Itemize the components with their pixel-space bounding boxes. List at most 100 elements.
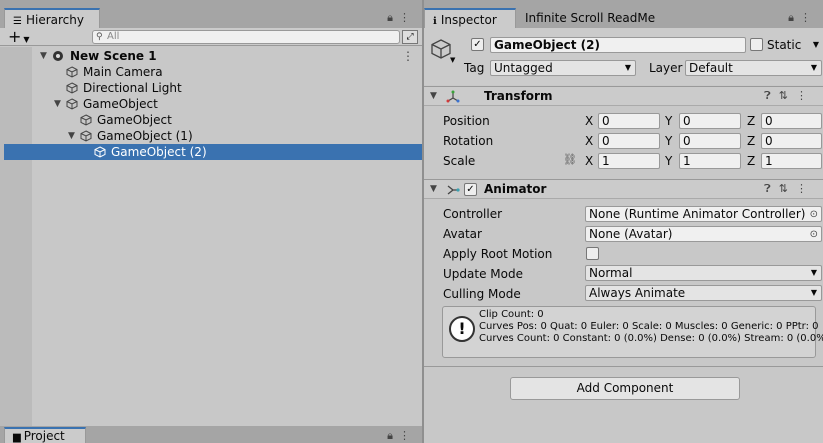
hierarchy-toolbar: + ▼ ⚲ All ⤢ xyxy=(0,28,422,46)
tree-row[interactable]: ▼ GameObject xyxy=(0,96,422,112)
more-icon[interactable]: ⋮ xyxy=(800,11,817,24)
scene-visibility-button[interactable]: ⤢ xyxy=(402,30,418,44)
tree-row[interactable]: Main Camera xyxy=(0,64,422,80)
chevron-down-icon[interactable]: ▼ xyxy=(450,56,455,64)
expand-arrow-icon[interactable]: ▼ xyxy=(54,96,61,112)
position-z-label[interactable]: Z xyxy=(747,113,755,129)
object-picker-icon[interactable]: ⊙ xyxy=(810,228,818,241)
expand-arrow-icon[interactable]: ▼ xyxy=(430,184,437,194)
editor-window: ☰ Hierarchy 🔒︎⋮ + ▼ ⚲ All ⤢ ▼ New Scene 1 … xyxy=(0,0,823,443)
more-icon[interactable]: ⋮ xyxy=(796,89,815,102)
rotation-y-field[interactable]: 0 xyxy=(679,133,741,149)
scale-x-label[interactable]: X xyxy=(585,153,593,169)
help-icon[interactable]: ❓︎ xyxy=(764,182,779,195)
tab-project[interactable]: ▆ Project xyxy=(4,427,86,443)
tree-row-scene[interactable]: ▼ New Scene 1 ⋮ xyxy=(0,48,422,64)
tab-readme[interactable]: Infinite Scroll ReadMe xyxy=(517,8,663,28)
project-tab-icons: 🔒︎⋮ xyxy=(387,429,416,443)
tree-item-label: Directional Light xyxy=(83,81,182,95)
scale-z-field[interactable]: 1 xyxy=(761,153,822,169)
add-object-button[interactable]: + ▼ xyxy=(8,28,30,48)
object-header: ▼ ✓ GameObject (2) Static ▼ Tag Untagged… xyxy=(424,28,823,85)
inspector-panel: ℹ Inspector Infinite Scroll ReadMe 🔒︎⋮ ▼ … xyxy=(424,0,823,443)
position-y-field[interactable]: 0 xyxy=(679,113,741,129)
settings-icon[interactable]: ⇅ xyxy=(779,182,796,195)
info-icon: ℹ xyxy=(433,16,437,27)
avatar-label: Avatar xyxy=(443,227,482,241)
rotation-x-label[interactable]: X xyxy=(585,133,593,149)
culling-mode-label: Culling Mode xyxy=(443,287,521,301)
culling-mode-dropdown[interactable]: Always Animate ▼ xyxy=(585,285,822,301)
root-motion-label: Apply Root Motion xyxy=(443,247,553,261)
gameobject-icon xyxy=(94,146,106,158)
tab-hierarchy[interactable]: ☰ Hierarchy xyxy=(4,8,100,28)
tag-dropdown[interactable]: Untagged ▼ xyxy=(490,60,636,76)
tag-label: Tag xyxy=(464,61,485,75)
gameobject-icon xyxy=(66,66,78,78)
rotation-z-label[interactable]: Z xyxy=(747,133,755,149)
chevron-down-icon: ▼ xyxy=(810,288,817,297)
rotation-x-field[interactable]: 0 xyxy=(598,133,660,149)
position-x-field[interactable]: 0 xyxy=(598,113,660,129)
scale-x-field[interactable]: 1 xyxy=(598,153,660,169)
object-name-field[interactable]: GameObject (2) xyxy=(490,37,746,53)
active-checkbox[interactable]: ✓ xyxy=(471,38,484,51)
expand-arrow-icon[interactable]: ▼ xyxy=(430,91,437,101)
hierarchy-search-input[interactable]: ⚲ All xyxy=(92,30,400,44)
more-icon[interactable]: ⋮ xyxy=(399,429,416,442)
folder-icon: ▆ xyxy=(13,432,21,443)
tab-project-label: Project xyxy=(23,429,65,443)
settings-icon[interactable]: ⇅ xyxy=(779,89,796,102)
tag-value: Untagged xyxy=(494,61,553,75)
add-label: + xyxy=(8,27,22,46)
search-placeholder: All xyxy=(107,31,120,42)
link-icon[interactable]: ⛓ xyxy=(563,153,577,166)
position-x-label[interactable]: X xyxy=(585,113,593,129)
scale-label: Scale xyxy=(443,154,476,168)
tree-item-label: GameObject xyxy=(83,97,158,111)
static-label: Static xyxy=(767,38,802,52)
position-y-label[interactable]: Y xyxy=(665,113,672,129)
transform-header[interactable]: ▼ Transform ❓︎⇅⋮ xyxy=(424,86,823,106)
add-component-button[interactable]: Add Component xyxy=(510,377,740,400)
info-line: Curves Count: 0 Constant: 0 (0.0%) Dense… xyxy=(479,333,823,344)
inspector-tab-icons: 🔒︎⋮ xyxy=(788,11,817,25)
lock-icon[interactable]: 🔒︎ xyxy=(387,11,399,24)
hierarchy-tree: ▼ New Scene 1 ⋮ Main Camera Directional … xyxy=(0,47,422,426)
lock-icon[interactable]: 🔒︎ xyxy=(387,429,399,442)
rotation-y-label[interactable]: Y xyxy=(665,133,672,149)
help-icon[interactable]: ❓︎ xyxy=(764,89,779,102)
expand-arrow-icon[interactable]: ▼ xyxy=(40,48,47,64)
static-checkbox[interactable] xyxy=(750,38,763,51)
more-icon[interactable]: ⋮ xyxy=(402,48,414,64)
lock-icon[interactable]: 🔒︎ xyxy=(788,11,800,24)
culling-mode-value: Always Animate xyxy=(589,286,686,300)
chevron-down-icon: ▼ xyxy=(810,63,817,72)
tree-row[interactable]: GameObject xyxy=(0,112,422,128)
inspector-tabbar: ℹ Inspector Infinite Scroll ReadMe 🔒︎⋮ xyxy=(424,0,823,28)
controller-field[interactable]: None (Runtime Animator Controller) ⊙ xyxy=(585,206,822,222)
more-icon[interactable]: ⋮ xyxy=(399,11,416,24)
expand-arrow-icon[interactable]: ▼ xyxy=(68,128,75,144)
scale-y-field[interactable]: 1 xyxy=(679,153,741,169)
object-picker-icon[interactable]: ⊙ xyxy=(810,208,818,221)
animator-title: Animator xyxy=(484,182,547,196)
animator-enabled-checkbox[interactable]: ✓ xyxy=(464,183,477,196)
hierarchy-panel: ☰ Hierarchy 🔒︎⋮ + ▼ ⚲ All ⤢ ▼ New Scene 1 … xyxy=(0,0,422,426)
tree-row-selected[interactable]: GameObject (2) xyxy=(4,144,422,160)
avatar-field[interactable]: None (Avatar) ⊙ xyxy=(585,226,822,242)
tree-row[interactable]: Directional Light xyxy=(0,80,422,96)
update-mode-dropdown[interactable]: Normal ▼ xyxy=(585,265,822,281)
scale-y-label[interactable]: Y xyxy=(665,153,672,169)
rotation-z-field[interactable]: 0 xyxy=(761,133,822,149)
position-z-field[interactable]: 0 xyxy=(761,113,822,129)
tab-inspector[interactable]: ℹ Inspector xyxy=(424,8,516,28)
scale-z-label[interactable]: Z xyxy=(747,153,755,169)
animator-header[interactable]: ▼ ✓ Animator ❓︎⇅⋮ xyxy=(424,179,823,199)
static-dropdown-icon[interactable]: ▼ xyxy=(813,40,819,49)
root-motion-checkbox[interactable] xyxy=(586,247,599,260)
layer-dropdown[interactable]: Default ▼ xyxy=(685,60,822,76)
animator-icon xyxy=(447,185,460,195)
tree-row[interactable]: ▼ GameObject (1) xyxy=(0,128,422,144)
more-icon[interactable]: ⋮ xyxy=(796,182,815,195)
